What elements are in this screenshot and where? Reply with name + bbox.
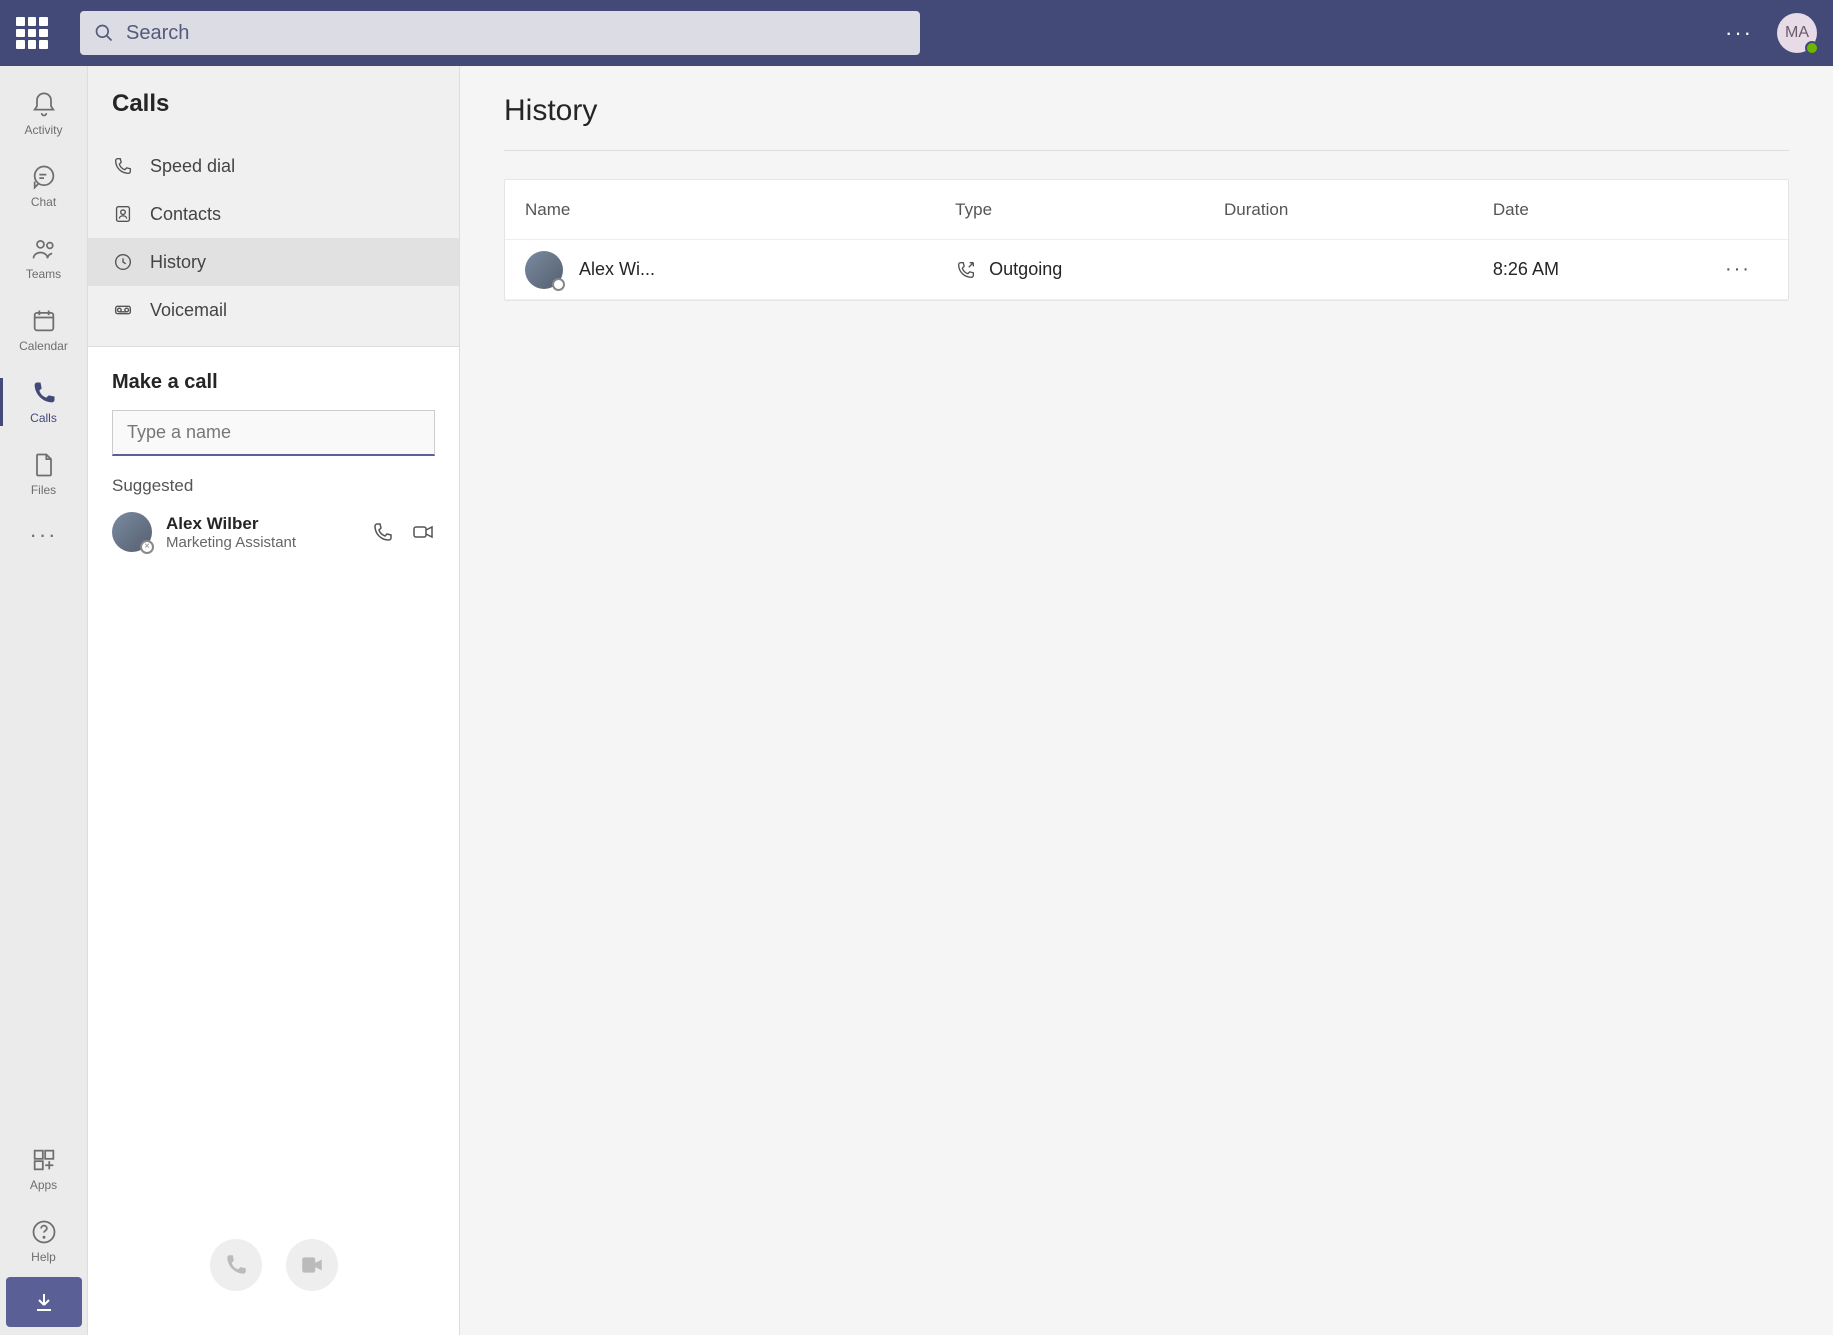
nav-label: Speed dial (150, 156, 235, 177)
voicemail-icon (112, 299, 134, 321)
file-icon (30, 451, 58, 479)
profile-avatar[interactable]: MA (1777, 13, 1817, 53)
rail-label: Calendar (19, 339, 68, 353)
rail-label: Teams (26, 267, 61, 281)
rail-calendar[interactable]: Calendar (0, 294, 88, 366)
teams-icon (30, 235, 58, 263)
presence-offline-icon (552, 278, 565, 291)
settings-more-icon[interactable]: ··· (1725, 20, 1753, 46)
rail-label: Calls (30, 411, 57, 425)
nav-voicemail[interactable]: Voicemail (88, 286, 459, 334)
nav-history[interactable]: History (88, 238, 459, 286)
video-fill-icon (299, 1252, 325, 1278)
rail-teams[interactable]: Teams (0, 222, 88, 294)
contact-name: Alex Wilber (166, 514, 357, 534)
nav-contacts[interactable]: Contacts (88, 190, 459, 238)
calls-panel: Calls Speed dial Contacts History Voicem… (88, 66, 460, 1335)
rail-activity[interactable]: Activity (0, 78, 88, 150)
phone-outline-icon (112, 155, 134, 177)
col-date: Date (1493, 200, 1708, 220)
contacts-icon (112, 203, 134, 225)
chat-icon (30, 163, 58, 191)
content-area: History Name Type Duration Date Alex Wi.… (460, 66, 1833, 1335)
avatar-initials: MA (1785, 24, 1809, 42)
presence-offline-icon (140, 540, 154, 554)
col-duration: Duration (1224, 200, 1493, 220)
audio-call-button[interactable] (210, 1239, 262, 1291)
app-rail: Activity Chat Teams Calendar Calls Files… (0, 66, 88, 1335)
contact-role: Marketing Assistant (166, 534, 357, 551)
table-header: Name Type Duration Date (505, 180, 1788, 240)
rail-label: Files (31, 483, 56, 497)
row-avatar (525, 251, 563, 289)
suggested-label: Suggested (112, 476, 435, 496)
rail-chat[interactable]: Chat (0, 150, 88, 222)
topbar: ··· MA (0, 0, 1833, 66)
more-icon: ··· (30, 522, 58, 548)
suggested-contact[interactable]: Alex Wilber Marketing Assistant (112, 512, 435, 552)
phone-fill-icon (223, 1252, 249, 1278)
rail-label: Chat (31, 195, 56, 209)
col-name: Name (525, 200, 955, 220)
bell-icon (30, 91, 58, 119)
page-title: History (504, 94, 1789, 151)
row-more-button[interactable]: ··· (1708, 258, 1768, 281)
outgoing-call-icon (955, 259, 977, 281)
search-input[interactable] (126, 22, 906, 45)
nav-label: Contacts (150, 204, 221, 225)
name-input[interactable] (112, 410, 435, 456)
nav-label: Voicemail (150, 300, 227, 321)
video-call-button[interactable] (286, 1239, 338, 1291)
nav-speed-dial[interactable]: Speed dial (88, 142, 459, 190)
row-type: Outgoing (989, 259, 1062, 280)
contact-avatar (112, 512, 152, 552)
download-button[interactable] (6, 1277, 82, 1327)
history-table: Name Type Duration Date Alex Wi... Outgo… (504, 179, 1789, 301)
rail-label: Activity (24, 123, 62, 137)
download-icon (32, 1290, 56, 1314)
presence-available-icon (1805, 41, 1819, 55)
search-icon (94, 23, 114, 43)
history-icon (112, 251, 134, 273)
apps-icon (30, 1146, 58, 1174)
video-call-icon[interactable] (411, 520, 435, 544)
nav-label: History (150, 252, 206, 273)
rail-more[interactable]: ··· (0, 510, 88, 560)
rail-files[interactable]: Files (0, 438, 88, 510)
search-box[interactable] (80, 11, 920, 55)
panel-title: Calls (112, 90, 435, 118)
phone-icon (30, 379, 58, 407)
make-call-title: Make a call (112, 371, 435, 394)
app-launcher-icon[interactable] (16, 17, 48, 49)
help-icon (30, 1218, 58, 1246)
rail-label: Help (31, 1250, 56, 1264)
rail-label: Apps (30, 1178, 57, 1192)
table-row[interactable]: Alex Wi... Outgoing 8:26 AM ··· (505, 240, 1788, 300)
rail-calls[interactable]: Calls (0, 366, 88, 438)
audio-call-icon[interactable] (371, 520, 395, 544)
row-date: 8:26 AM (1493, 259, 1708, 280)
rail-apps[interactable]: Apps (0, 1133, 88, 1205)
rail-help[interactable]: Help (0, 1205, 88, 1277)
make-call-section: Make a call Suggested Alex Wilber Market… (88, 346, 459, 1335)
row-name: Alex Wi... (579, 259, 655, 280)
col-type: Type (955, 200, 1224, 220)
calendar-icon (30, 307, 58, 335)
